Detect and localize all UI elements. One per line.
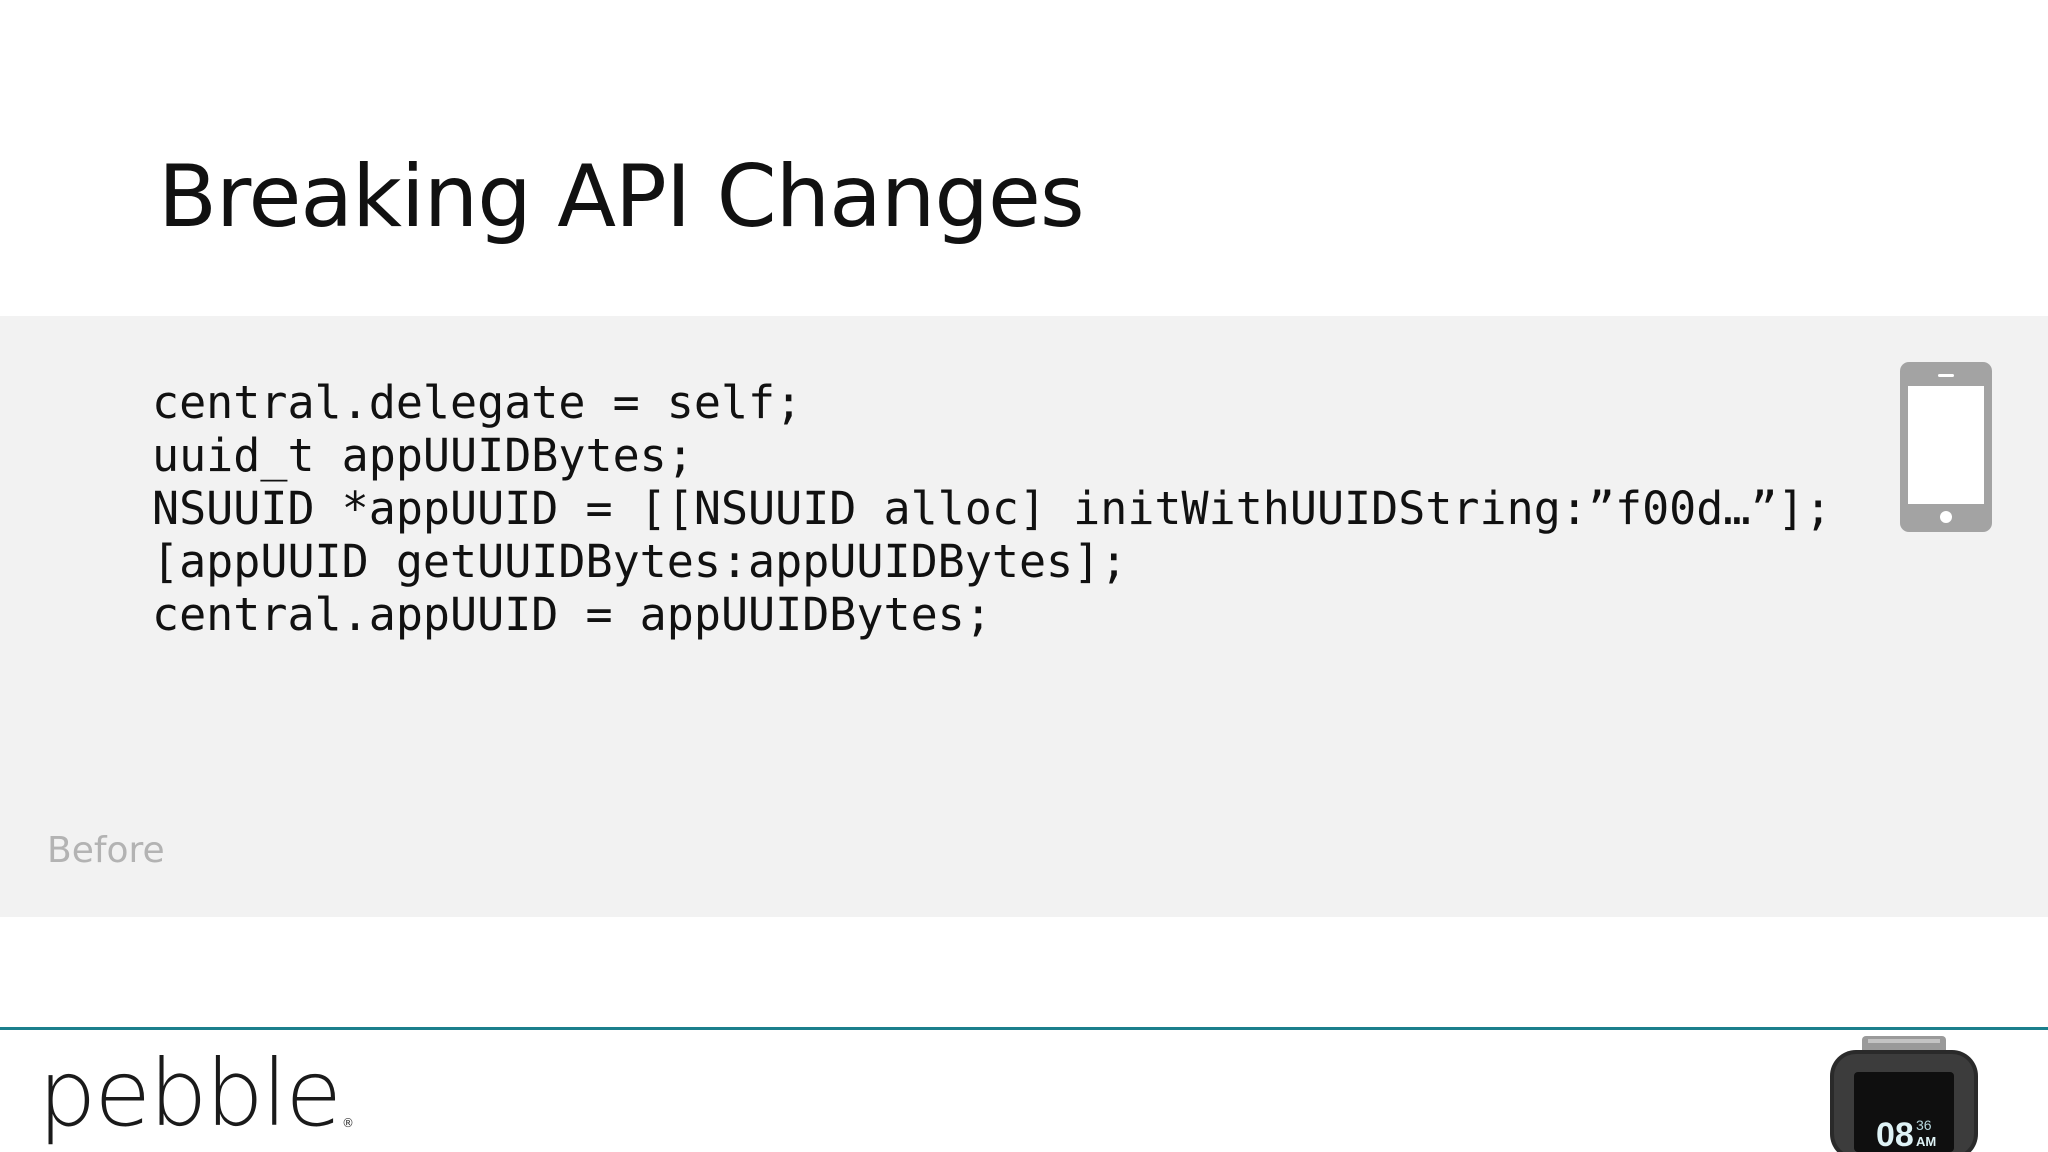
code-line: NSUUID *appUUID = [[NSUUID alloc] initWi… — [152, 482, 1832, 535]
code-line: uuid_t appUUIDBytes; — [152, 429, 694, 482]
logo-wordmark: pebble — [38, 1040, 342, 1147]
phone-icon — [1900, 362, 1992, 532]
code-line: [appUUID getUUIDBytes:appUUIDBytes]; — [152, 535, 1128, 588]
watch-hour: 08 — [1876, 1116, 1914, 1152]
watch-ampm: AM — [1916, 1134, 1936, 1149]
panel-label: Before — [47, 830, 165, 871]
footer-divider — [0, 1027, 2048, 1030]
watch-image: 08 36 AM — [1830, 1036, 1978, 1152]
code-block: central.delegate = self; uuid_t appUUIDBy… — [152, 376, 1832, 641]
code-panel: central.delegate = self; uuid_t appUUIDBy… — [0, 316, 2048, 917]
watch-minute: 36 — [1916, 1117, 1932, 1133]
code-line: central.appUUID = appUUIDBytes; — [152, 588, 992, 641]
code-line: central.delegate = self; — [152, 376, 803, 429]
registered-mark: ® — [341, 1116, 354, 1130]
pebble-logo: pebble ® — [38, 1040, 354, 1147]
slide-title: Breaking API Changes — [158, 147, 1085, 247]
